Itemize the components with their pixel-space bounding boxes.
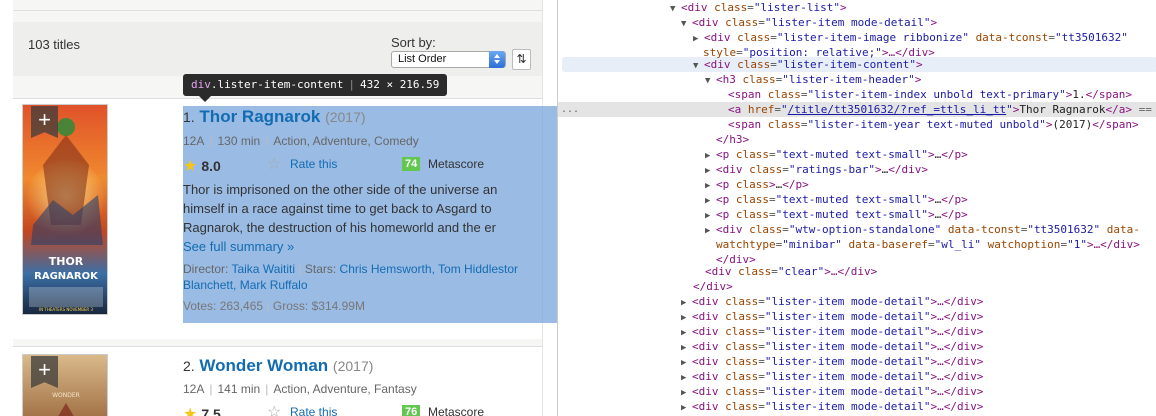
devtools-elements-panel: ... ▼ <div class="lister-list"> ▼ <div cla… — [557, 0, 1156, 416]
dom-node[interactable]: <div class="clear">…</div> — [705, 264, 877, 279]
thor-ragnarok-poster: THOR RAGNAROK IN THEATERS NOVEMBER 3 — [23, 105, 107, 314]
svg-text:THOR: THOR — [49, 255, 84, 268]
dom-node[interactable]: ▶ <p class>…</p> — [705, 177, 809, 192]
title-count: 103 titles — [28, 37, 81, 52]
select-arrows-icon — [489, 51, 505, 68]
hovered-dom-node[interactable]: <a href="/title/tt3501632/?ref_=ttls_li_… — [728, 102, 1152, 117]
dom-node[interactable]: <span class="lister-item-index unbold te… — [728, 87, 1132, 102]
item-index: 1. — [183, 109, 195, 125]
dom-node[interactable]: ▶ <div class="lister-item-image ribbonize… — [693, 30, 1128, 45]
director-link[interactable]: Taika Waititi — [231, 262, 295, 276]
ratings-bar: ★ 7.5 ☆ Rate this 76 Metascore — [183, 404, 543, 416]
dom-node[interactable]: ▶ <div class="lister-item mode-detail">…<… — [681, 369, 983, 384]
stars-link[interactable]: Chris Hemsworth, Tom Hiddlestor — [340, 262, 519, 276]
dom-node[interactable]: ▶ <div class="lister-item mode-detail">…<… — [681, 294, 983, 309]
rate-star-icon[interactable]: ☆ — [267, 154, 281, 174]
sort-direction-icon: ⇅ — [516, 52, 527, 66]
node-actions-gutter[interactable]: ... — [561, 102, 579, 117]
dom-node[interactable]: ▶ <div class="ratings-bar">…</div> — [705, 162, 928, 177]
rate-star-icon[interactable]: ☆ — [267, 402, 281, 416]
selected-dom-node[interactable]: ▼ <div class="lister-item-content"> — [693, 57, 923, 72]
svg-text:IN THEATERS NOVEMBER 3: IN THEATERS NOVEMBER 3 — [39, 307, 94, 312]
dom-node[interactable]: ▶ <div class="lister-item mode-detail">…<… — [681, 399, 983, 414]
credits: Director: Taika Waititi | Stars: Chris H… — [183, 262, 519, 292]
dom-node[interactable]: ▶ <div class="lister-item mode-detail">…<… — [681, 309, 983, 324]
metascore-label: Metascore — [428, 157, 485, 171]
metascore-badge: 74 — [402, 157, 421, 171]
title-link[interactable]: Thor Ragnarok — [199, 107, 320, 126]
sort-select-value: List Order — [398, 53, 447, 65]
item-header: 1. Thor Ragnarok (2017) — [183, 107, 366, 127]
item-index: 2. — [183, 358, 195, 374]
rating-star-icon: ★ — [183, 406, 198, 416]
inspector-tooltip: div.lister-item-content | 432 × 216.59 — [183, 74, 448, 96]
item-header: 2. Wonder Woman (2017) — [183, 356, 373, 376]
dom-node[interactable]: ▶ <div class="lister-item mode-detail">…<… — [681, 324, 983, 339]
href-link[interactable]: /title/tt3501632/?ref_=ttls_li_tt — [788, 103, 1007, 116]
dom-node[interactable]: ▶ <div class="wtw-option-standalone" data… — [705, 222, 1140, 237]
dom-node[interactable]: ▶ <p class="text-muted text-small">…</p> — [705, 192, 968, 207]
dom-node[interactable]: ▼ <div class="lister-list"> — [670, 0, 847, 15]
gross-value: $314.99M — [311, 299, 365, 313]
sort-label: Sort by: — [391, 35, 436, 50]
plot-text: Thor is imprisoned on the other side of … — [183, 182, 498, 254]
dom-node[interactable]: ▶ <div class="lister-item mode-detail">…<… — [681, 354, 983, 369]
certificate: 12A — [183, 134, 205, 148]
rate-this-link[interactable]: Rate this — [290, 405, 337, 416]
see-full-summary-link[interactable]: See full summary — [183, 239, 283, 254]
votes-gross: Votes: 263,465 | Gross: $314.99M — [183, 299, 365, 313]
plus-icon: + — [38, 357, 51, 382]
plus-icon: + — [38, 107, 51, 132]
title-link[interactable]: Wonder Woman — [199, 356, 328, 375]
item-meta: 12A | 141 min | Action, Adventure, Fantasy — [183, 382, 417, 396]
dom-node[interactable]: ▶ <p class="text-muted text-small">…</p> — [705, 207, 968, 222]
dom-node[interactable]: <span class="lister-item-year text-muted… — [728, 117, 1139, 132]
rate-this-link[interactable]: Rate this — [290, 157, 337, 171]
stars-link-cont[interactable]: Blanchett, Mark Ruffalo — [183, 278, 308, 292]
item-meta: 12A | 130 min | Action, Adventure, Comedy — [183, 134, 419, 148]
dom-node[interactable]: ▶ <p class="text-muted text-small">…</p> — [705, 147, 968, 162]
runtime: 130 min — [217, 134, 261, 148]
sort-direction-button[interactable]: ⇅ — [512, 49, 531, 70]
ratings-bar: ★ 8.0 ☆ Rate this 74 Metascore — [183, 156, 543, 176]
page-viewport: 103 titles Sort by: List Order ⇅ THOR RA… — [0, 0, 557, 416]
sort-select[interactable]: List Order — [391, 51, 506, 68]
svg-text:WONDER: WONDER — [52, 392, 80, 399]
metascore-badge: 76 — [402, 405, 421, 416]
svg-text:RAGNAROK: RAGNAROK — [34, 271, 99, 282]
rating-value: 8.0 — [201, 158, 221, 174]
dom-node[interactable]: ▼ <h3 class="lister-item-header"> — [705, 72, 921, 87]
rating-star-icon: ★ — [183, 158, 198, 175]
genre: Action, Adventure, Comedy — [273, 134, 419, 148]
dom-node[interactable]: ▼ <div class="lister-item mode-detail"> — [681, 15, 937, 30]
item-year: (2017) — [332, 358, 374, 374]
dom-node[interactable]: ▶ <div class="lister-item mode-detail">…<… — [681, 384, 983, 399]
item-year: (2017) — [325, 109, 366, 125]
dom-node[interactable]: ▶ <div class="lister-item mode-detail">…<… — [681, 339, 983, 354]
votes-value: 263,465 — [219, 299, 264, 313]
